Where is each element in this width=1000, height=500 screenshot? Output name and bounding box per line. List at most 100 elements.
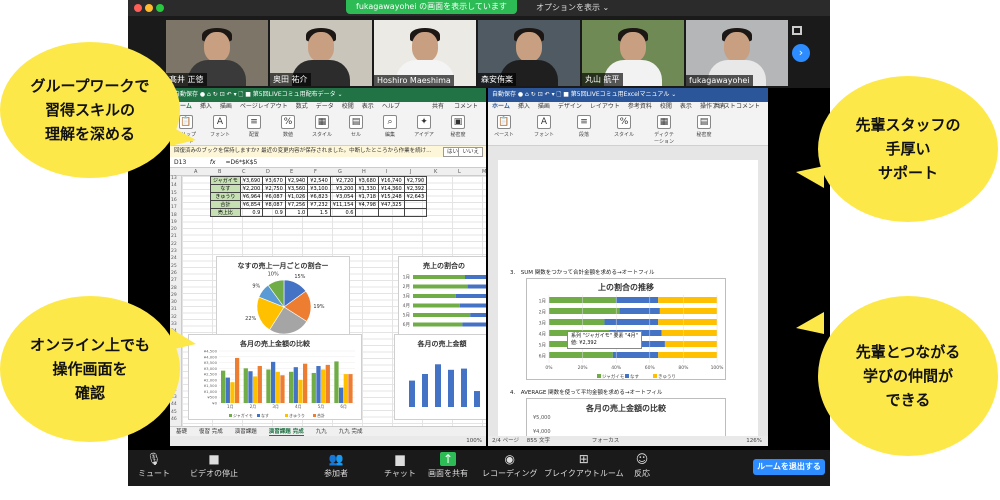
column-header[interactable]: F xyxy=(314,168,317,176)
table-cell[interactable]: ¥15,248 xyxy=(377,192,405,201)
column-header[interactable]: M xyxy=(482,168,486,176)
stacked-bar-segment[interactable] xyxy=(413,322,463,327)
table-cell[interactable] xyxy=(355,208,379,217)
menu-tab[interactable]: 挿入 xyxy=(518,103,530,110)
stacked-bar-segment[interactable] xyxy=(459,303,486,308)
menu-tab[interactable]: 表示 xyxy=(680,103,692,110)
stacked-bar-segment[interactable] xyxy=(413,303,460,308)
ribbon-button[interactable]: ⌕ 編集 xyxy=(380,115,400,138)
sheet-tab[interactable]: 復習 完成 xyxy=(199,429,223,435)
column-bar[interactable] xyxy=(289,371,294,403)
word-zoom-level[interactable]: 126% xyxy=(746,436,762,446)
row-header[interactable]: 23 xyxy=(171,249,177,254)
table-cell[interactable]: ¥3,560 xyxy=(284,184,309,193)
column-header[interactable]: G xyxy=(338,168,342,176)
menu-tab[interactable]: レイアウト xyxy=(590,103,620,110)
column-bar[interactable] xyxy=(311,372,316,403)
column-header[interactable]: K xyxy=(434,168,437,176)
column-bar[interactable] xyxy=(235,357,240,403)
ribbon-button[interactable]: ✦ アイデア xyxy=(414,115,434,138)
table-cell[interactable]: ¥2,392 xyxy=(403,184,428,193)
horizontal-bar-chart-partial[interactable]: 売上の割合の 1月 2月 3月 4月 5月 6月 xyxy=(398,256,486,344)
participant-tile[interactable]: 森安侑楽 xyxy=(478,20,580,86)
stacked-bar-segment[interactable] xyxy=(465,275,486,279)
row-header[interactable]: 20 xyxy=(171,227,177,232)
table-cell[interactable]: ¥6,854 xyxy=(239,200,264,209)
row-header[interactable]: 15 xyxy=(171,191,177,196)
stacked-bar-segment[interactable] xyxy=(413,275,465,279)
column-bar[interactable] xyxy=(325,364,330,403)
stacked-bar-segment[interactable] xyxy=(604,319,659,325)
table-cell[interactable]: ¥2,643 xyxy=(403,192,428,201)
column-header[interactable]: E xyxy=(290,168,293,176)
menu-tab[interactable]: 挿入 xyxy=(200,103,212,110)
column-header[interactable]: A xyxy=(194,168,197,176)
menu-tab[interactable]: 校閲 xyxy=(660,103,672,110)
column-header[interactable]: C xyxy=(242,168,246,176)
stacked-bar-segment[interactable] xyxy=(467,284,486,289)
table-cell[interactable]: 1.5 xyxy=(307,208,331,217)
table-cell[interactable]: ¥11,154 xyxy=(329,200,357,209)
ribbon-button[interactable]: ▦ スタイル xyxy=(312,115,332,138)
notice-no-button[interactable]: いいえ xyxy=(458,147,483,157)
column-bar[interactable] xyxy=(271,361,276,403)
ribbon-button[interactable]: ▤ 秘密度 xyxy=(694,115,714,138)
table-cell[interactable]: ¥14,360 xyxy=(377,184,405,193)
column-bar[interactable] xyxy=(316,366,321,403)
stacked-bar-segment[interactable] xyxy=(619,308,660,314)
document-page[interactable]: 3. SUM 関数をつかって合計金額を求める→オートフィル 上の割合の推移 1月… xyxy=(498,160,758,438)
comment-button[interactable]: コメント xyxy=(454,102,478,112)
sheet-tab[interactable]: 演習課題 完成 xyxy=(268,429,304,436)
maximize-window-button[interactable] xyxy=(156,4,164,12)
row-header[interactable]: 31 xyxy=(171,307,177,312)
excel-zoom-level[interactable]: 100% xyxy=(466,438,482,444)
row-header[interactable]: 21 xyxy=(171,234,177,239)
chat-button[interactable]: ▆ チャット xyxy=(384,452,416,479)
participants-button[interactable]: 👥 参加者 xyxy=(324,452,348,479)
stacked-bar-segment[interactable] xyxy=(549,319,605,325)
column-header[interactable]: L xyxy=(458,168,461,176)
column-bar[interactable] xyxy=(343,374,348,403)
stacked-bar-segment[interactable] xyxy=(658,297,717,303)
participant-tile[interactable]: fukagawayohei xyxy=(686,20,788,86)
table-cell[interactable]: ¥2,750 xyxy=(262,184,286,193)
row-header[interactable]: 44 xyxy=(171,402,177,407)
stacked-bar-segment[interactable] xyxy=(664,341,717,347)
column-bar[interactable] xyxy=(474,391,480,407)
leave-room-button[interactable]: ルームを退出する xyxy=(753,459,825,475)
table-cell[interactable]: ジャガイモ xyxy=(210,176,241,185)
participant-tile[interactable]: Hoshiro Maeshima xyxy=(374,20,476,86)
stacked-bar-segment[interactable] xyxy=(658,319,717,325)
ribbon-button[interactable]: 📋 ペースト xyxy=(494,115,514,138)
participant-tile[interactable]: 髙井 正徳 xyxy=(166,20,268,86)
ribbon-button[interactable]: ▤ セル xyxy=(346,115,366,138)
menu-tab[interactable]: 描画 xyxy=(538,103,550,110)
record-button[interactable]: ◉ レコーディング xyxy=(482,452,537,479)
column-header[interactable]: H xyxy=(362,168,366,176)
row-header[interactable]: 14 xyxy=(171,183,177,188)
menu-tab[interactable]: 校閲 xyxy=(342,103,354,110)
column-bar[interactable] xyxy=(266,369,271,403)
share-screen-button[interactable]: ↑ 画面を共有 xyxy=(428,452,468,479)
next-page-icon[interactable]: › xyxy=(792,44,810,62)
close-window-button[interactable] xyxy=(134,4,142,12)
column-bar[interactable] xyxy=(334,361,339,403)
column-bar[interactable] xyxy=(293,367,298,403)
column-bar[interactable] xyxy=(253,376,258,403)
row-header[interactable]: 25 xyxy=(171,264,177,269)
menu-tab[interactable]: ホーム xyxy=(492,103,510,110)
table-cell[interactable]: 1.0 xyxy=(284,208,309,217)
view-options-button[interactable]: オプションを表示 ⌄ xyxy=(536,2,609,13)
row-header[interactable]: 13 xyxy=(171,176,177,181)
column-bar[interactable] xyxy=(321,369,326,403)
menu-tab[interactable]: ヘルプ xyxy=(382,103,400,110)
table-cell[interactable]: ¥7,256 xyxy=(284,200,309,209)
table-cell[interactable]: ¥2,720 xyxy=(329,176,357,185)
gallery-view-icon[interactable] xyxy=(792,26,802,35)
column-bar[interactable] xyxy=(409,380,415,407)
column-bar[interactable] xyxy=(275,371,280,403)
menu-tab[interactable]: ページレイアウト xyxy=(240,103,288,110)
table-cell[interactable]: ¥2,940 xyxy=(284,176,309,185)
column-header[interactable]: I xyxy=(386,168,387,176)
column-header[interactable]: B xyxy=(218,168,221,176)
